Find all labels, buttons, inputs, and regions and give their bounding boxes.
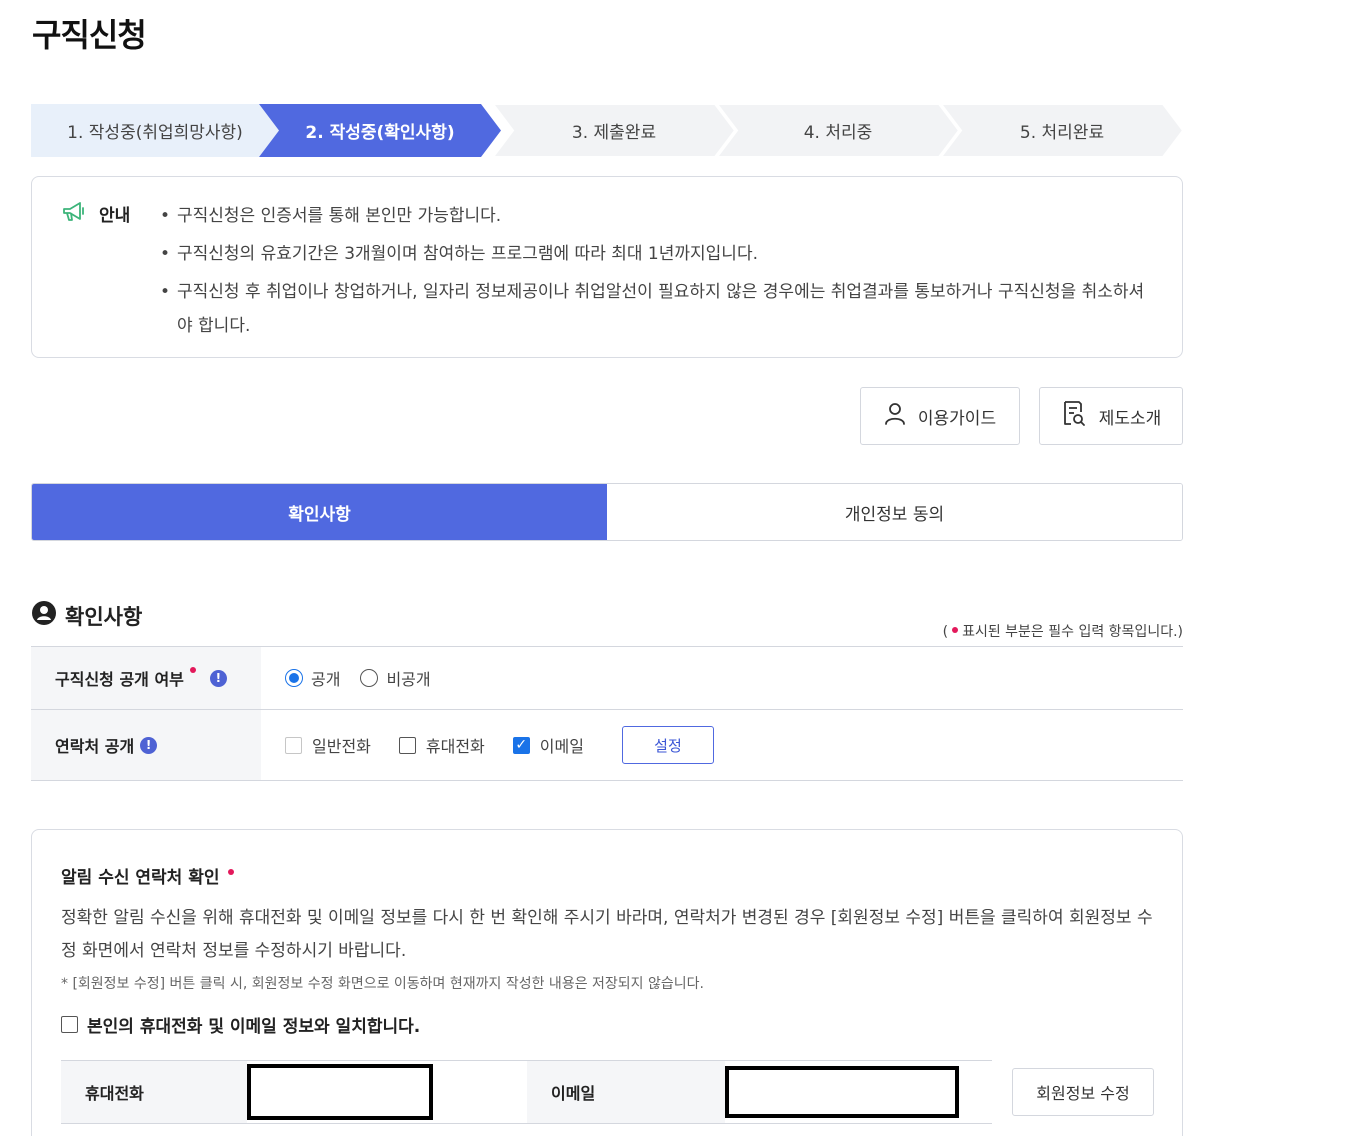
- step-2-label: 2. 작성중(확인사항): [305, 123, 455, 143]
- step-1: 1. 작성중(취업희망사항): [31, 104, 279, 157]
- required-dot-icon: [952, 627, 959, 633]
- contact-disclosure-label: 연락처 공개: [55, 737, 135, 756]
- disclosure-options: 공개 비공개: [261, 647, 1183, 709]
- alert-contact-title-text: 알림 수신 연락처 확인: [61, 868, 220, 888]
- step-3-label: 3. 제출완료: [571, 123, 657, 143]
- disclosure-label: 구직신청 공개 여부: [55, 670, 184, 689]
- required-note-prefix: (: [942, 624, 949, 640]
- step-5: 5. 처리완료: [941, 104, 1185, 157]
- edit-member-info-button[interactable]: 회원정보 수정: [1012, 1068, 1154, 1116]
- radio-private-label: 비공개: [386, 670, 431, 689]
- radio-public-label: 공개: [311, 670, 341, 689]
- person-icon: [884, 402, 906, 431]
- notice-box: 안내 구직신청은 인증서를 통해 본인만 가능합니다. 구직신청의 유효기간은 …: [31, 176, 1183, 358]
- step-3: 3. 제출완료: [493, 104, 737, 157]
- system-intro-button[interactable]: 제도소개: [1039, 387, 1183, 445]
- checkbox-email-control[interactable]: [512, 736, 530, 754]
- alert-contact-title: 알림 수신 연락처 확인: [61, 863, 234, 888]
- contact-disclosure-header: 연락처 공개 !: [31, 710, 261, 780]
- checkbox-email[interactable]: 이메일: [512, 733, 584, 757]
- step-2: 2. 작성중(확인사항): [259, 104, 501, 157]
- checkbox-landline-label: 일반전화: [312, 737, 371, 756]
- info-icon[interactable]: !: [140, 736, 158, 754]
- checkbox-landline-control: [285, 736, 302, 754]
- form-tabs: 확인사항 개인정보 동의: [31, 483, 1183, 541]
- document-search-icon: [1061, 400, 1087, 433]
- redacted-email-box: [725, 1066, 959, 1118]
- email-label: 이메일: [527, 1061, 725, 1123]
- confirm-contact-label: 본인의 휴대전화 및 이메일 정보와 일치합니다.: [87, 1017, 421, 1037]
- radio-public-control[interactable]: [285, 669, 303, 687]
- usage-guide-button[interactable]: 이용가이드: [860, 387, 1020, 445]
- notice-item: 구직신청은 인증서를 통해 본인만 가능합니다.: [160, 199, 1150, 233]
- notice-list: 구직신청은 인증서를 통해 본인만 가능합니다. 구직신청의 유효기간은 3개월…: [160, 199, 1150, 347]
- step-4: 4. 처리중: [717, 104, 961, 157]
- tab-privacy-consent[interactable]: 개인정보 동의: [607, 484, 1182, 540]
- radio-private-control[interactable]: [360, 669, 379, 687]
- section-title: 확인사항: [31, 600, 142, 631]
- confirmation-form: 구직신청 공개 여부 ! 공개 비공개 연락처 공개 ! 일반전화 휴대전화 ✓…: [31, 646, 1183, 781]
- required-dot-icon: [227, 869, 234, 875]
- radio-private[interactable]: 비공개: [360, 666, 431, 690]
- progress-stepper: 1. 작성중(취업희망사항) 2. 작성중(확인사항) 3. 제출완료 4. 처…: [31, 104, 1185, 157]
- notice-item: 구직신청의 유효기간은 3개월이며 참여하는 프로그램에 따라 최대 1년까지입…: [160, 237, 1150, 271]
- notice-item: 구직신청 후 취업이나 창업하거나, 일자리 정보제공이나 취업알선이 필요하지…: [160, 275, 1150, 343]
- user-circle-icon: [31, 600, 57, 631]
- required-note: ( 표시된 부분은 필수 입력 항목입니다.): [943, 621, 1183, 641]
- info-icon[interactable]: !: [209, 669, 227, 687]
- checkbox-email-label: 이메일: [539, 737, 584, 756]
- contact-disclosure-row: 연락처 공개 ! 일반전화 휴대전화 이메일 설정: [31, 710, 1183, 781]
- checkbox-landline: 일반전화: [285, 733, 371, 757]
- contact-settings-button[interactable]: 설정: [621, 726, 714, 764]
- confirm-contact-checkbox[interactable]: 본인의 휴대전화 및 이메일 정보와 일치합니다.: [61, 1012, 420, 1037]
- disclosure-row: 구직신청 공개 여부 ! 공개 비공개: [31, 647, 1183, 710]
- redacted-phone-box: [247, 1064, 433, 1120]
- usage-guide-label: 이용가이드: [917, 408, 997, 429]
- email-value: [725, 1061, 992, 1123]
- megaphone-icon: [62, 201, 86, 227]
- page-title: 구직신청: [32, 16, 147, 54]
- contact-info-row: 휴대전화 이메일: [61, 1060, 992, 1124]
- system-intro-label: 제도소개: [1098, 408, 1162, 429]
- alert-contact-note: * [회원정보 수정] 버튼 클릭 시, 회원정보 수정 화면으로 이동하며 현…: [61, 976, 704, 992]
- tab-confirmation[interactable]: 확인사항: [32, 484, 607, 540]
- checkbox-mobile-label: 휴대전화: [425, 737, 485, 756]
- phone-label: 휴대전화: [61, 1061, 247, 1123]
- contact-disclosure-options: 일반전화 휴대전화 이메일 설정: [261, 710, 1183, 780]
- radio-public[interactable]: 공개: [285, 666, 340, 690]
- checkbox-mobile-control[interactable]: [398, 736, 416, 754]
- step-1-label: 1. 작성중(취업희망사항): [67, 123, 243, 143]
- phone-value: [247, 1061, 527, 1123]
- section-title-text: 확인사항: [65, 604, 143, 629]
- notice-label: 안내: [99, 206, 131, 226]
- alert-contact-box: 알림 수신 연락처 확인 정확한 알림 수신을 위해 휴대전화 및 이메일 정보…: [31, 829, 1183, 1136]
- step-4-label: 4. 처리중: [803, 123, 873, 143]
- step-5-label: 5. 처리완료: [1019, 123, 1105, 143]
- confirm-contact-checkbox-control[interactable]: [61, 1016, 78, 1033]
- alert-contact-description: 정확한 알림 수신을 위해 휴대전화 및 이메일 정보를 다시 한 번 확인해 …: [61, 908, 1153, 961]
- checkbox-mobile[interactable]: 휴대전화: [398, 733, 485, 757]
- required-dot-icon: [189, 667, 196, 673]
- disclosure-header: 구직신청 공개 여부 !: [31, 647, 261, 709]
- required-note-text: 표시된 부분은 필수 입력 항목입니다.): [962, 624, 1183, 640]
